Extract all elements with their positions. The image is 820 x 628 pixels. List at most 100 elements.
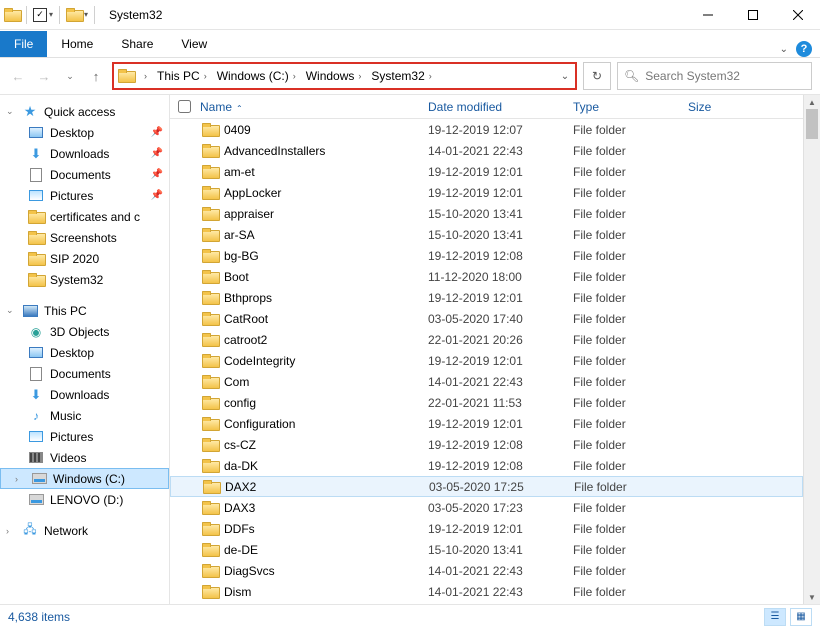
expand-icon[interactable]: ⌄ xyxy=(6,106,16,117)
sidebar-item[interactable]: ♪Music xyxy=(0,405,169,426)
scroll-thumb[interactable] xyxy=(806,109,818,139)
table-row[interactable]: Com 14-01-2021 22:43 File folder xyxy=(170,371,803,392)
table-row[interactable]: da-DK 19-12-2019 12:08 File folder xyxy=(170,455,803,476)
folder-icon xyxy=(202,228,218,242)
chevron-right-icon: › xyxy=(204,71,207,81)
column-size[interactable]: Size xyxy=(688,100,748,114)
table-row[interactable]: am-et 19-12-2019 12:01 File folder xyxy=(170,161,803,182)
expand-icon[interactable]: › xyxy=(15,474,25,484)
sidebar-item[interactable]: Documents xyxy=(0,363,169,384)
table-row[interactable]: AdvancedInstallers 14-01-2021 22:43 File… xyxy=(170,140,803,161)
table-row[interactable]: Bthprops 19-12-2019 12:01 File folder xyxy=(170,287,803,308)
scroll-up-icon[interactable]: ▲ xyxy=(804,95,820,109)
table-row[interactable]: ar-SA 15-10-2020 13:41 File folder xyxy=(170,224,803,245)
sidebar-item[interactable]: ⬇Downloads📌 xyxy=(0,143,169,164)
folder-icon xyxy=(66,8,82,22)
file-name: Bthprops xyxy=(224,291,272,305)
file-date: 19-12-2019 12:01 xyxy=(428,186,573,200)
sidebar-item[interactable]: ›Windows (C:) xyxy=(0,468,169,489)
details-view-button[interactable]: ☰ xyxy=(764,608,786,626)
ribbon-expand-icon[interactable]: ⌄ xyxy=(780,44,788,55)
chevron-down-icon[interactable]: ▾ xyxy=(84,10,88,19)
tab-view[interactable]: View xyxy=(167,31,221,57)
help-button[interactable]: ? xyxy=(796,41,812,57)
table-row[interactable]: appraiser 15-10-2020 13:41 File folder xyxy=(170,203,803,224)
table-row[interactable]: CodeIntegrity 19-12-2019 12:01 File fold… xyxy=(170,350,803,371)
table-row[interactable]: Boot 11-12-2020 18:00 File folder xyxy=(170,266,803,287)
sidebar-item[interactable]: LENOVO (D:) xyxy=(0,489,169,510)
select-all-checkbox[interactable] xyxy=(170,97,198,116)
maximize-button[interactable] xyxy=(730,0,775,30)
minimize-button[interactable] xyxy=(685,0,730,30)
file-date: 19-12-2019 12:07 xyxy=(428,123,573,137)
table-row[interactable]: DAX3 03-05-2020 17:23 File folder xyxy=(170,497,803,518)
sidebar-item[interactable]: System32 xyxy=(0,269,169,290)
sidebar-item[interactable]: Pictures📌 xyxy=(0,185,169,206)
sidebar-this-pc[interactable]: ⌄This PC xyxy=(0,300,169,321)
breadcrumb-item[interactable]: System32› xyxy=(367,67,435,85)
sidebar-item[interactable]: Videos xyxy=(0,447,169,468)
sidebar-item[interactable]: SIP 2020 xyxy=(0,248,169,269)
sidebar-item[interactable]: Screenshots xyxy=(0,227,169,248)
qat-properties-icon[interactable]: ✓ xyxy=(33,8,47,22)
chevron-down-icon[interactable]: ▾ xyxy=(49,10,53,19)
expand-icon[interactable]: › xyxy=(6,526,16,536)
ribbon: File Home Share View ⌄ ? xyxy=(0,30,820,58)
table-row[interactable]: DDFs 19-12-2019 12:01 File folder xyxy=(170,518,803,539)
back-button[interactable]: ← xyxy=(8,66,28,86)
file-date: 19-12-2019 12:08 xyxy=(428,249,573,263)
table-row[interactable]: 0409 19-12-2019 12:07 File folder xyxy=(170,119,803,140)
file-date: 14-01-2021 22:43 xyxy=(428,375,573,389)
sidebar-network[interactable]: ›🖧Network xyxy=(0,520,169,541)
breadcrumb-item[interactable]: This PC› xyxy=(153,67,211,85)
table-row[interactable]: Dism 14-01-2021 22:43 File folder xyxy=(170,581,803,602)
address-bar[interactable]: ›This PC›Windows (C:)›Windows›System32› … xyxy=(112,62,577,90)
sidebar-item[interactable]: certificates and c xyxy=(0,206,169,227)
pin-icon: 📌 xyxy=(151,127,169,138)
sidebar-item[interactable]: ⬇Downloads xyxy=(0,384,169,405)
file-type: File folder xyxy=(573,501,688,515)
table-row[interactable]: bg-BG 19-12-2019 12:08 File folder xyxy=(170,245,803,266)
table-row[interactable]: CatRoot 03-05-2020 17:40 File folder xyxy=(170,308,803,329)
sidebar-item[interactable]: Documents📌 xyxy=(0,164,169,185)
sidebar-item[interactable]: Desktop xyxy=(0,342,169,363)
icons-view-button[interactable]: ▦ xyxy=(790,608,812,626)
table-row[interactable]: DAX2 03-05-2020 17:25 File folder xyxy=(170,476,803,497)
breadcrumb-item[interactable]: Windows (C:)› xyxy=(213,67,300,85)
breadcrumb-root[interactable]: › xyxy=(140,69,151,83)
scroll-down-icon[interactable]: ▼ xyxy=(804,590,820,604)
expand-icon[interactable]: ⌄ xyxy=(6,305,16,316)
vertical-scrollbar[interactable]: ▲ ▼ xyxy=(803,95,820,604)
address-drop-button[interactable]: ⌄ xyxy=(555,71,575,82)
breadcrumb-item[interactable]: Windows› xyxy=(302,67,366,85)
recent-locations-button[interactable]: ⌄ xyxy=(60,66,80,86)
sidebar-item[interactable]: Desktop📌 xyxy=(0,122,169,143)
column-name[interactable]: Name⌃ xyxy=(198,100,428,114)
tab-share[interactable]: Share xyxy=(107,31,167,57)
table-row[interactable]: AppLocker 19-12-2019 12:01 File folder xyxy=(170,182,803,203)
table-row[interactable]: cs-CZ 19-12-2019 12:08 File folder xyxy=(170,434,803,455)
sidebar-item[interactable]: Pictures xyxy=(0,426,169,447)
close-button[interactable] xyxy=(775,0,820,30)
forward-button[interactable]: → xyxy=(34,66,54,86)
table-row[interactable]: DiagSvcs 14-01-2021 22:43 File folder xyxy=(170,560,803,581)
tab-file[interactable]: File xyxy=(0,31,47,57)
refresh-button[interactable]: ↻ xyxy=(583,62,611,90)
quick-access-toolbar: ✓ ▾ ▾ xyxy=(0,6,103,24)
sidebar-item[interactable]: ◉3D Objects xyxy=(0,321,169,342)
table-row[interactable]: de-DE 15-10-2020 13:41 File folder xyxy=(170,539,803,560)
tab-home[interactable]: Home xyxy=(47,31,107,57)
folder-icon xyxy=(202,564,218,578)
up-button[interactable]: ↑ xyxy=(86,66,106,86)
folder-icon xyxy=(202,396,218,410)
search-input[interactable]: 🔍︎ Search System32 xyxy=(617,62,812,90)
column-type[interactable]: Type xyxy=(573,100,688,114)
folder-icon xyxy=(202,291,218,305)
file-name: AppLocker xyxy=(224,186,281,200)
table-row[interactable]: config 22-01-2021 11:53 File folder xyxy=(170,392,803,413)
column-date[interactable]: Date modified xyxy=(428,100,573,114)
sidebar-quick-access[interactable]: ⌄★Quick access xyxy=(0,101,169,122)
table-row[interactable]: Configuration 19-12-2019 12:01 File fold… xyxy=(170,413,803,434)
sidebar: ⌄★Quick accessDesktop📌⬇Downloads📌Documen… xyxy=(0,95,170,604)
table-row[interactable]: catroot2 22-01-2021 20:26 File folder xyxy=(170,329,803,350)
